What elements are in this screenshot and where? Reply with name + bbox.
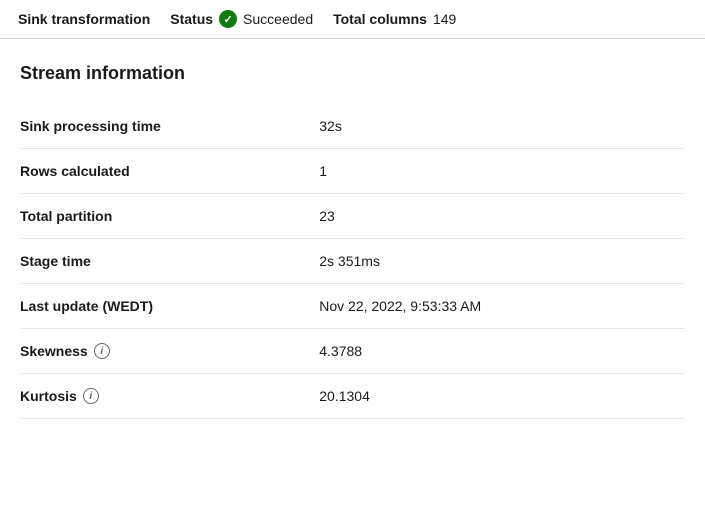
status-item: Status ✓ Succeeded: [170, 10, 313, 28]
info-table: Sink processing time32sRows calculated1T…: [20, 104, 685, 419]
table-row: Last update (WEDT) Nov 22, 2022, 9:53:33 …: [20, 284, 685, 329]
row-label: Skewness: [20, 343, 88, 359]
row-label: Rows calculated: [20, 163, 130, 179]
row-value: 1: [319, 149, 685, 194]
row-value: 20.1304: [319, 374, 685, 419]
row-value: Nov 22, 2022, 9:53:33 AM: [319, 284, 685, 329]
row-value: 23: [319, 194, 685, 239]
section-title: Stream information: [20, 63, 685, 84]
table-row: Rows calculated 1: [20, 149, 685, 194]
main-content: Stream information Sink processing time 3…: [0, 39, 705, 443]
row-label: Sink processing time: [20, 118, 161, 134]
total-columns-label: Total columns: [333, 11, 427, 27]
total-columns-value: 149: [433, 11, 456, 27]
table-row: Kurtosis i 20.1304: [20, 374, 685, 419]
row-value: 2s 351ms: [319, 239, 685, 284]
table-row: Skewness i 4.3788: [20, 329, 685, 374]
row-label: Stage time: [20, 253, 91, 269]
row-label: Last update (WEDT): [20, 298, 153, 314]
status-value: Succeeded: [243, 11, 313, 27]
status-success-icon: ✓: [219, 10, 237, 28]
total-columns-item: Total columns 149: [333, 11, 456, 27]
sink-transformation-label: Sink transformation: [18, 11, 150, 27]
status-label: Status: [170, 11, 213, 27]
table-row: Sink processing time 32s: [20, 104, 685, 149]
table-row: Stage time 2s 351ms: [20, 239, 685, 284]
info-icon[interactable]: i: [94, 343, 110, 359]
row-label: Total partition: [20, 208, 112, 224]
info-icon[interactable]: i: [83, 388, 99, 404]
row-value: 32s: [319, 104, 685, 149]
table-row: Total partition 23: [20, 194, 685, 239]
row-value: 4.3788: [319, 329, 685, 374]
sink-label: Sink transformation: [18, 11, 150, 27]
header-bar: Sink transformation Status ✓ Succeeded T…: [0, 0, 705, 39]
row-label: Kurtosis: [20, 388, 77, 404]
